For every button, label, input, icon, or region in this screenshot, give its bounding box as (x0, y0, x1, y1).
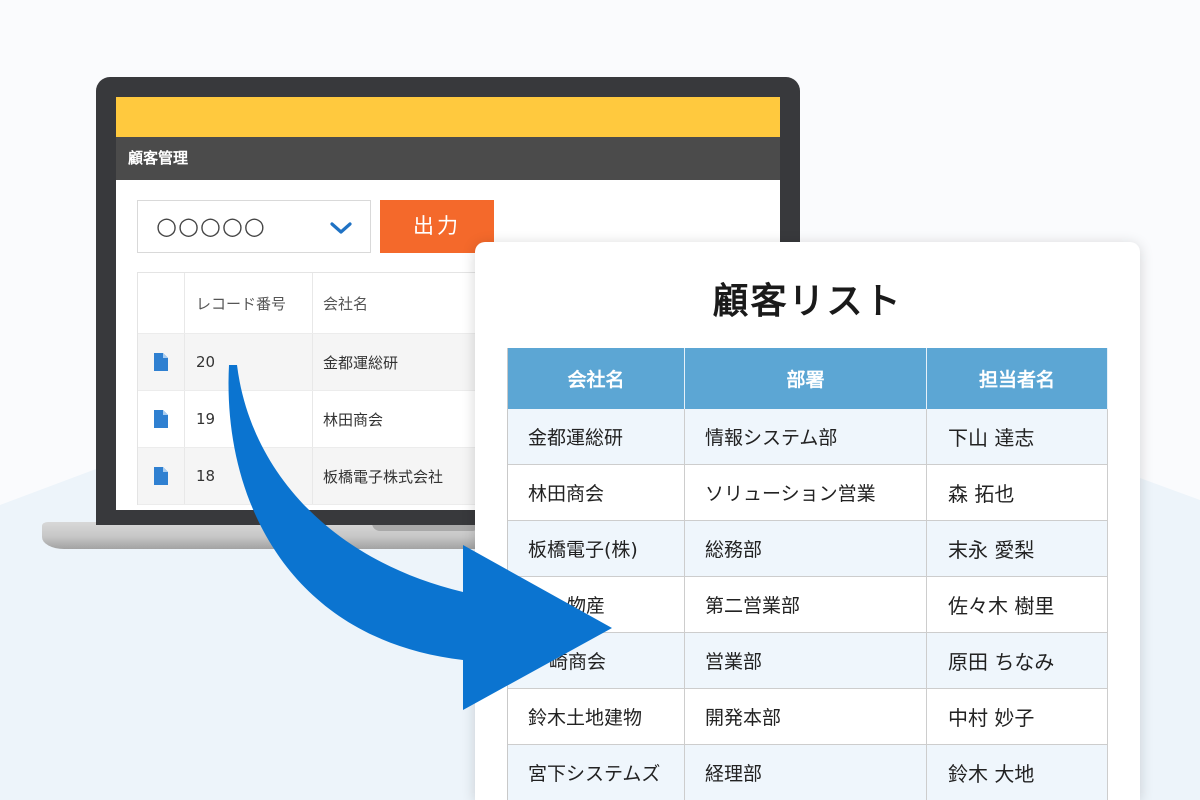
report-cell-department: ソリューション営業 (685, 465, 927, 521)
document-icon[interactable] (154, 410, 168, 428)
report-cell-company: 宮下システムズ (508, 745, 685, 800)
table-header-record-no[interactable]: レコード番号 (185, 273, 313, 333)
report-cell-department: 総務部 (685, 521, 927, 577)
view-selector-dropdown[interactable]: ○○○○○ (137, 200, 371, 253)
report-cell-company: 金都運総研 (508, 409, 685, 465)
report-cell-contact: 森 拓也 (927, 465, 1108, 521)
record-number: 19 (185, 391, 313, 447)
report-cell-department: 営業部 (685, 633, 927, 689)
app-top-bar (116, 97, 780, 137)
report-cell-company: 林田商会 (508, 465, 685, 521)
report-cell-contact: 中村 妙子 (927, 689, 1108, 745)
record-number: 20 (185, 334, 313, 390)
report-header-contact: 担当者名 (927, 348, 1108, 409)
record-detail-link[interactable] (138, 334, 185, 390)
report-cell-contact: 末永 愛梨 (927, 521, 1108, 577)
report-cell-company: 物産 (508, 577, 685, 633)
report-cell-contact: 佐々木 樹里 (927, 577, 1108, 633)
record-detail-link[interactable] (138, 448, 185, 504)
report-cell-department: 情報システム部 (685, 409, 927, 465)
view-selector-value: ○○○○○ (156, 212, 266, 240)
record-number: 18 (185, 448, 313, 504)
report-header-department: 部署 (685, 348, 927, 409)
chevron-down-icon (330, 222, 352, 234)
report-cell-department: 開発本部 (685, 689, 927, 745)
report-cell-company: 鈴木土地建物 (508, 689, 685, 745)
report-header-company: 会社名 (508, 348, 685, 409)
report-cell-department: 経理部 (685, 745, 927, 800)
report-cell-company: 崎商会 (508, 633, 685, 689)
report-title: 顧客リスト (712, 281, 903, 322)
table-header-icon-col (138, 273, 185, 333)
report-cell-department: 第二営業部 (685, 577, 927, 633)
report-cell-contact: 鈴木 大地 (927, 745, 1108, 800)
document-icon[interactable] (154, 467, 168, 485)
report-cell-contact: 下山 達志 (927, 409, 1108, 465)
customer-list-report: 顧客リスト 会社名 部署 担当者名 金都運総研 情報システム部 下山 達志 林田… (475, 242, 1140, 800)
app-title: 顧客管理 (116, 137, 780, 180)
report-cell-contact: 原田 ちなみ (927, 633, 1108, 689)
document-icon[interactable] (154, 353, 168, 371)
record-detail-link[interactable] (138, 391, 185, 447)
report-cell-company: 板橋電子(株) (508, 521, 685, 577)
report-table: 会社名 部署 担当者名 金都運総研 情報システム部 下山 達志 林田商会 ソリュ… (507, 348, 1108, 800)
